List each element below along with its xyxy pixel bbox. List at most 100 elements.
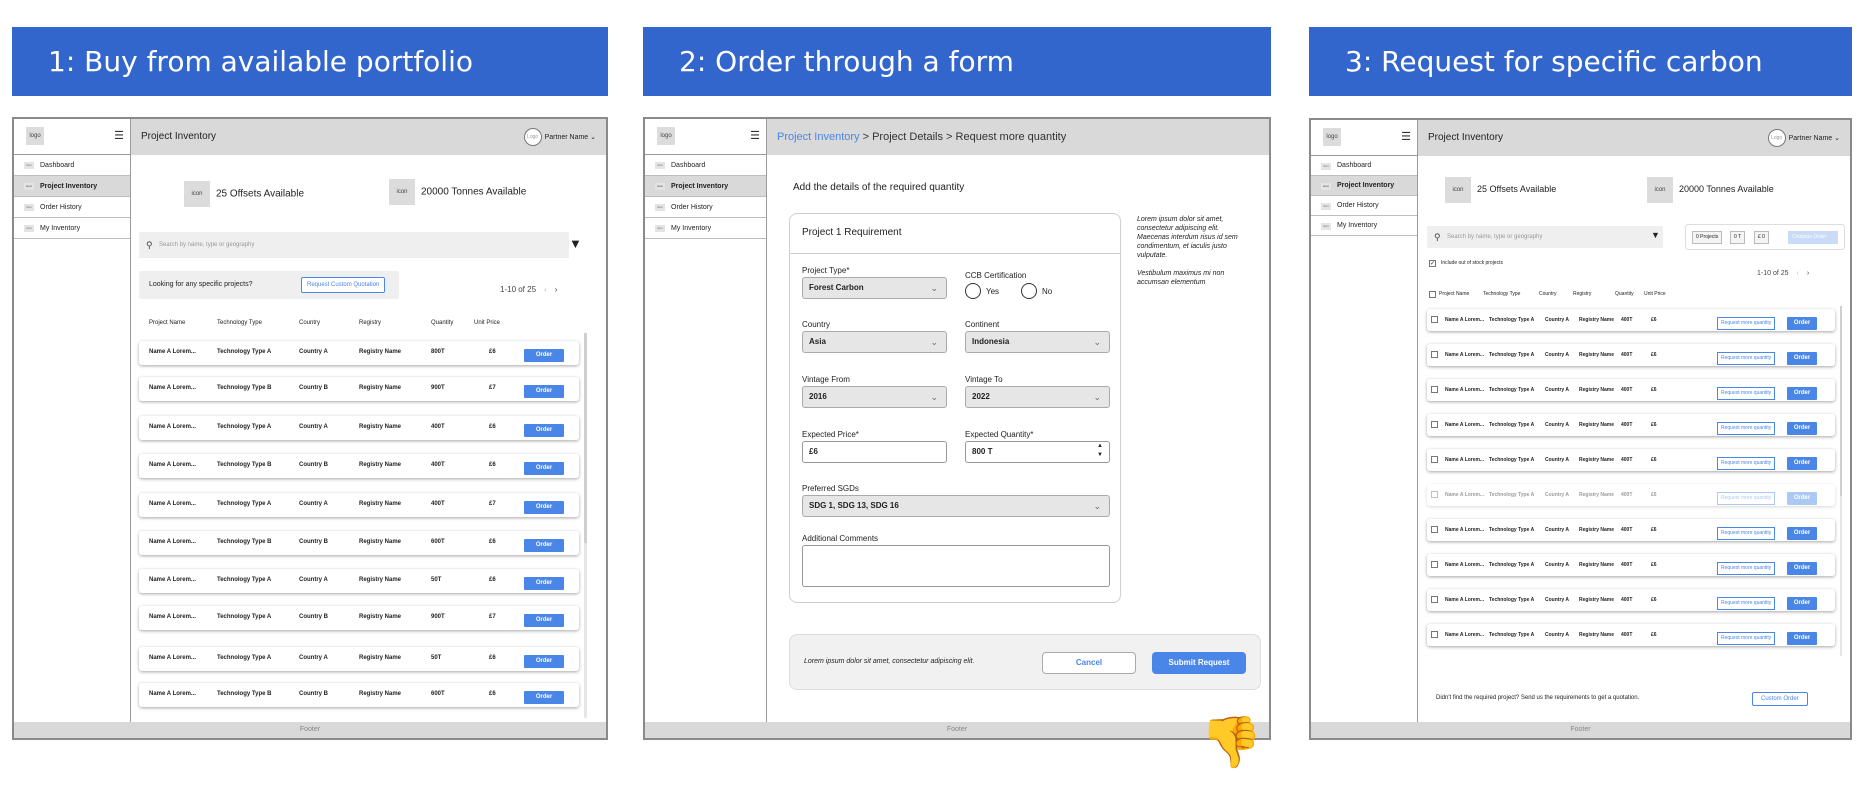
request-quotation-button[interactable]: Request Custom Quotation (301, 277, 386, 293)
order-button[interactable]: Order (524, 614, 564, 627)
vintage-to-select[interactable]: 2022 ⌄ (965, 386, 1110, 408)
filter-icon[interactable]: ▼ (1651, 230, 1660, 240)
row-checkbox[interactable] (1431, 596, 1438, 603)
row-checkbox[interactable] (1431, 421, 1438, 428)
order-button[interactable]: Order (1787, 632, 1817, 645)
submit-request-button[interactable]: Submit Request (1152, 652, 1246, 674)
include-out-of-stock-checkbox[interactable]: ✓ (1429, 260, 1436, 267)
project-type-select[interactable]: Forest Carbon ⌄ (802, 277, 947, 299)
stepper-arrows-icon[interactable]: ▲ ▼ (1097, 442, 1103, 460)
custom-order-button[interactable]: Custom Order (1752, 692, 1808, 706)
order-button[interactable]: Order (524, 385, 564, 398)
request-more-quantity-button[interactable]: Request more quantity (1717, 597, 1776, 610)
order-button[interactable]: Order (1787, 352, 1817, 365)
sidebar-item-dashboard[interactable]: icon Dashboard (14, 155, 130, 176)
col-registry[interactable]: Registry (359, 320, 381, 326)
sidebar-item-project-inventory[interactable]: icon Project Inventory (14, 176, 130, 197)
partner-menu[interactable]: Logo Partner Name ⌄ (523, 128, 596, 147)
row-checkbox[interactable] (1431, 561, 1438, 568)
col-country[interactable]: Country (299, 320, 320, 326)
request-more-quantity-button[interactable]: Request more quantity (1717, 492, 1776, 505)
col-project-name[interactable]: Project Name (1439, 291, 1469, 297)
prev-page-icon[interactable]: ‹ (544, 285, 547, 294)
row-checkbox[interactable] (1431, 631, 1438, 638)
order-button[interactable]: Order (1787, 597, 1817, 610)
order-button[interactable]: Order (524, 501, 564, 514)
search-input[interactable]: ⚲ Search by name, type or geography (139, 232, 569, 258)
col-registry[interactable]: Registry (1573, 291, 1591, 297)
col-unit-price[interactable]: Unit Price (1644, 291, 1666, 297)
request-more-quantity-button[interactable]: Request more quantity (1717, 387, 1776, 400)
scrollbar-thumb[interactable] (584, 333, 587, 543)
scrollbar-thumb[interactable] (1840, 306, 1842, 496)
col-technology-type[interactable]: Technology Type (1483, 291, 1520, 297)
request-more-quantity-button[interactable]: Request more quantity (1717, 317, 1776, 330)
order-button[interactable]: Order (1787, 317, 1817, 330)
next-page-icon[interactable]: › (555, 285, 558, 294)
continent-select[interactable]: Indonesia ⌄ (965, 331, 1110, 353)
filter-icon[interactable]: ▼ (569, 236, 582, 251)
cancel-button[interactable]: Cancel (1042, 652, 1136, 674)
col-project-name[interactable]: Project Name (149, 320, 185, 326)
next-page-icon[interactable]: › (1807, 270, 1809, 277)
sidebar-item-dashboard[interactable]: icon Dashboard (1311, 156, 1417, 176)
sidebar-item-project-inventory[interactable]: icon Project Inventory (645, 176, 766, 197)
row-checkbox[interactable] (1431, 351, 1438, 358)
comments-textarea[interactable] (802, 545, 1110, 587)
request-more-quantity-button[interactable]: Request more quantity (1717, 422, 1776, 435)
order-button[interactable]: Order (524, 655, 564, 668)
order-button[interactable]: Order (1787, 562, 1817, 575)
request-more-quantity-button[interactable]: Request more quantity (1717, 527, 1776, 540)
price-input[interactable]: £6 (802, 441, 947, 463)
col-quantity[interactable]: Quantity (431, 320, 453, 326)
vintage-from-select[interactable]: 2016 ⌄ (802, 386, 947, 408)
sidebar-item-my-inventory[interactable]: icon My Inventory (14, 218, 130, 239)
col-quantity[interactable]: Quantity (1615, 291, 1634, 297)
order-button[interactable]: Order (524, 691, 564, 704)
search-input[interactable]: ⚲ Search by name, type or geography (1427, 226, 1663, 248)
table-cell: Name A Lorem... (149, 349, 196, 355)
request-more-quantity-button[interactable]: Request more quantity (1717, 632, 1776, 645)
order-button[interactable]: Order (524, 577, 564, 590)
ccb-yes-radio[interactable] (965, 283, 981, 299)
sidebar-item-order-history[interactable]: icon Order History (645, 197, 766, 218)
sidebar-item-order-history[interactable]: icon Order History (1311, 196, 1417, 216)
col-country[interactable]: Country (1539, 291, 1557, 297)
row-checkbox[interactable] (1431, 386, 1438, 393)
request-more-quantity-button[interactable]: Request more quantity (1717, 457, 1776, 470)
sidebar-item-project-inventory[interactable]: icon Project Inventory (1311, 176, 1417, 196)
row-checkbox[interactable] (1431, 491, 1438, 498)
breadcrumb-link[interactable]: Project Inventory (777, 131, 860, 143)
row-checkbox[interactable] (1431, 316, 1438, 323)
country-select[interactable]: Asia ⌄ (802, 331, 947, 353)
row-checkbox[interactable] (1431, 526, 1438, 533)
order-button[interactable]: Order (1787, 387, 1817, 400)
sidebar-item-my-inventory[interactable]: icon My Inventory (645, 218, 766, 239)
table-cell: Technology Type A (1489, 562, 1535, 568)
order-button[interactable]: Order (524, 462, 564, 475)
partner-menu[interactable]: Logo Partner Name ⌄ (1767, 129, 1840, 148)
sdg-select[interactable]: SDG 1, SDG 13, SDG 16 ⌄ (802, 495, 1110, 517)
order-button[interactable]: Order (1787, 492, 1817, 505)
continue-order-button[interactable]: Continue Order (1788, 231, 1838, 244)
sidebar-item-dashboard[interactable]: icon Dashboard (645, 155, 766, 176)
order-button[interactable]: Order (524, 539, 564, 552)
order-button[interactable]: Order (1787, 527, 1817, 540)
order-button[interactable]: Order (524, 349, 564, 362)
request-more-quantity-button[interactable]: Request more quantity (1717, 352, 1776, 365)
ccb-no-radio[interactable] (1021, 283, 1037, 299)
menu-icon[interactable]: ☰ (1401, 132, 1411, 143)
order-button[interactable]: Order (524, 424, 564, 437)
sidebar-item-my-inventory[interactable]: icon My Inventory (1311, 216, 1417, 236)
sidebar-item-order-history[interactable]: icon Order History (14, 197, 130, 218)
menu-icon[interactable]: ☰ (750, 131, 760, 142)
menu-icon[interactable]: ☰ (114, 131, 124, 142)
prev-page-icon[interactable]: ‹ (1797, 270, 1799, 277)
row-checkbox[interactable] (1431, 456, 1438, 463)
request-more-quantity-button[interactable]: Request more quantity (1717, 562, 1776, 575)
order-button[interactable]: Order (1787, 422, 1817, 435)
col-technology-type[interactable]: Technology Type (217, 320, 262, 326)
order-button[interactable]: Order (1787, 457, 1817, 470)
col-unit-price[interactable]: Unit Price (474, 320, 500, 326)
quantity-stepper[interactable]: 800 T ▲ ▼ (965, 441, 1110, 463)
